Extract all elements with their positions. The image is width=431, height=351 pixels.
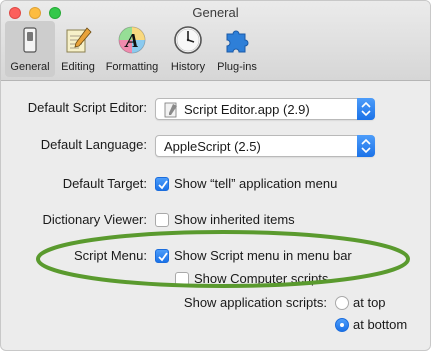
at-top-label: at top [353, 295, 386, 310]
dictionary-label: Dictionary Viewer: [42, 212, 147, 227]
script-editor-popup[interactable]: Script Editor.app (2.9) [155, 98, 375, 120]
show-inherited-checkbox[interactable] [155, 213, 169, 227]
tab-general[interactable]: General [5, 21, 55, 77]
language-value: AppleScript (2.5) [164, 139, 261, 154]
show-computer-scripts-label: Show Computer scripts [194, 271, 329, 286]
show-script-menu-label: Show Script menu in menu bar [174, 248, 352, 263]
general-pane: Default Script Editor: Script Editor.app… [1, 82, 430, 350]
at-top-radio[interactable] [335, 296, 349, 310]
show-script-menu-checkbox[interactable] [155, 249, 169, 263]
script-editor-app-icon [164, 102, 177, 118]
tab-history[interactable]: History [165, 21, 211, 77]
svg-text:A: A [123, 30, 138, 52]
show-inherited-label: Show inherited items [174, 212, 295, 227]
script-editor-value: Script Editor.app (2.9) [184, 102, 310, 117]
target-label: Default Target: [62, 176, 147, 191]
tab-plugins-label: Plug-ins [217, 61, 257, 73]
at-bottom-radio[interactable] [335, 318, 349, 332]
chevron-updown-icon [357, 135, 375, 157]
puzzle-icon [226, 30, 249, 53]
show-computer-scripts-checkbox[interactable] [175, 272, 189, 286]
show-tell-menu-checkbox[interactable] [155, 177, 169, 191]
show-tell-menu-label: Show “tell” application menu [174, 176, 338, 191]
tab-formatting[interactable]: A Formatting [101, 21, 163, 77]
script-menu-label: Script Menu: [74, 248, 147, 263]
tab-general-label: General [10, 61, 50, 73]
chevron-updown-icon [357, 98, 375, 120]
notepad-pencil-icon [66, 27, 92, 53]
tab-editing[interactable]: Editing [57, 21, 99, 77]
checkmark-icon [158, 252, 168, 262]
clock-icon [174, 26, 202, 54]
checkmark-icon [158, 180, 168, 190]
preferences-window: General General Editing A Formatting His… [0, 0, 431, 351]
tab-history-label: History [170, 61, 206, 73]
tab-plugins[interactable]: Plug-ins [213, 21, 261, 77]
language-label: Default Language: [40, 137, 147, 152]
font-a-icon: A [118, 26, 146, 54]
titlebar: General General Editing A Formatting His… [1, 1, 430, 81]
tab-formatting-label: Formatting [105, 61, 159, 73]
at-bottom-label: at bottom [353, 317, 408, 332]
app-scripts-label: Show application scripts: [183, 295, 327, 310]
script-editor-label: Default Script Editor: [27, 100, 147, 115]
window-title: General [192, 5, 239, 20]
general-switch-icon [23, 27, 37, 53]
language-popup[interactable]: AppleScript (2.5) [155, 135, 375, 157]
tab-editing-label: Editing [61, 61, 95, 73]
